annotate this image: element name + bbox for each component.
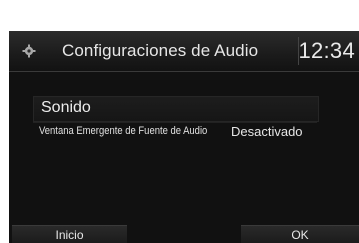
softkey-bar: Inicio OK — [9, 222, 359, 243]
gear-icon — [22, 44, 36, 58]
ok-button[interactable]: OK — [241, 225, 359, 243]
section-header-sonido[interactable]: Sonido — [33, 96, 319, 122]
device-bezel-top — [9, 8, 359, 32]
setting-label: Ventana Emergente de Fuente de Audio — [39, 125, 208, 137]
settings-list: Sonido Ventana Emergente de Fuente de Au… — [9, 72, 359, 222]
setting-row-audio-source-popup[interactable]: Ventana Emergente de Fuente de Audio Des… — [33, 122, 317, 143]
head-unit-display: Configuraciones de Audio 12:34 Sonido Ve… — [9, 31, 359, 243]
home-button[interactable]: Inicio — [12, 225, 127, 243]
setting-value: Desactivado — [231, 124, 303, 139]
section-title: Sonido — [41, 99, 91, 116]
page-title: Configuraciones de Audio — [62, 41, 259, 60]
title-bar: Configuraciones de Audio 12:34 — [9, 31, 359, 72]
clock: 12:34 — [298, 38, 355, 63]
